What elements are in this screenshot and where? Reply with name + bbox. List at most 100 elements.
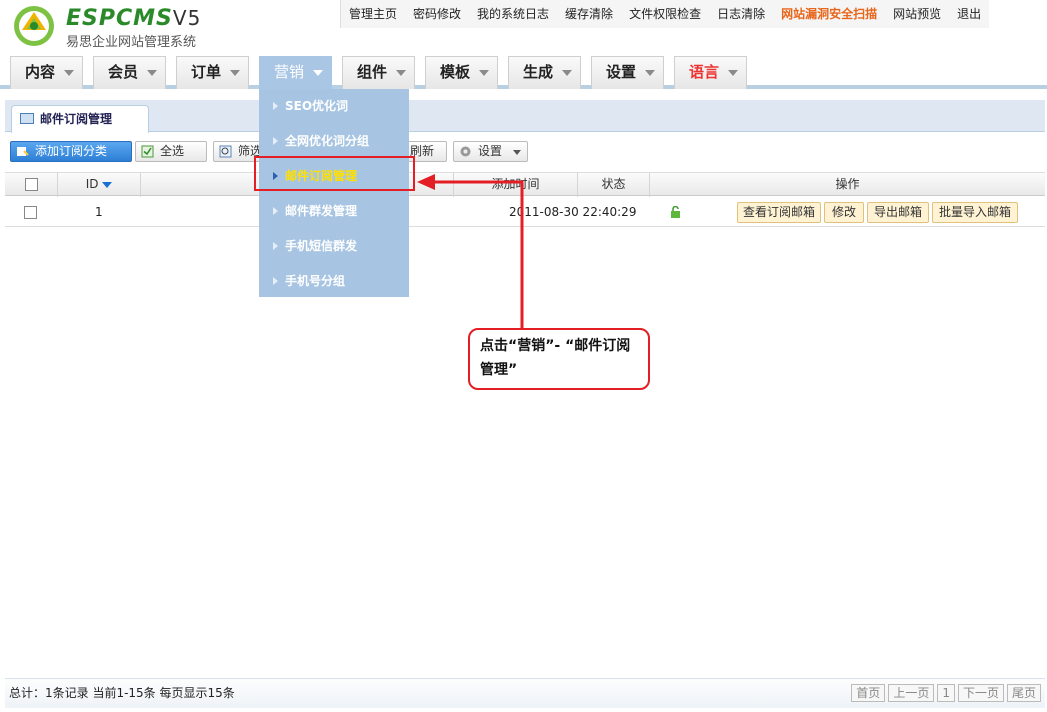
topnav-link[interactable]: 我的系统日志: [469, 0, 557, 28]
header: ESPCMSV5 易思企业网站管理系统 管理主页 密码修改 我的系统日志 缓存清除 文件…: [0, 0, 1047, 54]
row-checkbox-cell: [24, 197, 37, 227]
dropdown-item[interactable]: 手机短信群发: [259, 229, 409, 263]
topnav-link[interactable]: 缓存清除: [557, 0, 621, 28]
header-id[interactable]: ID: [57, 173, 140, 197]
triangle-right-icon: [273, 102, 278, 110]
filter-icon: [219, 145, 232, 158]
nav-tab[interactable]: 组件: [342, 56, 415, 89]
view-subscribers-button[interactable]: 查看订阅邮箱: [737, 202, 821, 223]
menu-highlight-box: [254, 156, 415, 191]
topnav-link[interactable]: 管理主页: [341, 0, 405, 28]
nav-tab[interactable]: 模板: [425, 56, 498, 89]
header-checkbox-cell: [5, 173, 57, 197]
settings-label: 设置: [478, 144, 503, 158]
logo-brand-text: ESPCMS: [66, 6, 173, 31]
main-navigation: 内容 会员 订单 营销 组件 模板 生成 设置 语言: [0, 54, 1047, 89]
footer-bar: 总计：1条记录 当前1-15条 每页显示15条 首页 上一页 1 下一页 尾页: [5, 678, 1045, 708]
select-all-checkbox[interactable]: [24, 178, 38, 191]
chevron-down-icon: [396, 70, 406, 76]
header-id-label: ID: [85, 177, 99, 191]
chevron-down-icon: [64, 70, 74, 76]
add-category-button[interactable]: 添加订阅分类: [10, 141, 132, 162]
header-added-time: 添加时间: [453, 173, 577, 197]
select-all-icon: [141, 145, 154, 158]
nav-tab-label: 会员: [108, 63, 139, 81]
topnav-link[interactable]: 密码修改: [405, 0, 469, 28]
triangle-right-icon: [273, 277, 278, 285]
nav-tab-label: 设置: [606, 63, 637, 81]
pager-button[interactable]: 尾页: [1006, 684, 1041, 702]
triangle-right-icon: [273, 207, 278, 215]
nav-tab[interactable]: 会员: [93, 56, 166, 89]
dropdown-item[interactable]: 邮件群发管理: [259, 194, 409, 228]
logo-emblem-icon: [14, 6, 54, 46]
nav-tab-label: 模板: [440, 63, 471, 81]
nav-tab-label: 营销: [274, 63, 305, 81]
dropdown-item-label: SEO优化词: [285, 99, 349, 113]
pager-button[interactable]: 1: [937, 684, 955, 702]
unlock-icon[interactable]: [670, 206, 681, 218]
record-summary: 总计：1条记录 当前1-15条 每页显示15条: [9, 686, 235, 700]
dropdown-item-label: 邮件群发管理: [285, 204, 358, 218]
row-checkbox[interactable]: [24, 206, 37, 219]
topnav-link[interactable]: 网站预览: [885, 0, 949, 28]
gear-icon: [460, 146, 471, 157]
chevron-down-icon: [562, 70, 572, 76]
add-category-icon: [17, 147, 29, 156]
header-status: 状态: [577, 173, 649, 197]
sort-down-icon: [102, 181, 113, 188]
nav-tab-label: 组件: [357, 63, 388, 81]
chevron-down-icon: [728, 70, 738, 76]
pagination: 首页 上一页 1 下一页 尾页: [851, 684, 1041, 702]
topnav-link[interactable]: 文件权限检查: [621, 0, 709, 28]
dropdown-item[interactable]: SEO优化词: [259, 89, 409, 123]
bulk-import-emails-button[interactable]: 批量导入邮箱: [932, 202, 1018, 223]
nav-tab-label: 订单: [191, 63, 222, 81]
nav-tab[interactable]: 订单: [176, 56, 249, 89]
nav-tab-label: 内容: [25, 63, 56, 81]
instruction-callout: 点击“营销”- “邮件订阅管理”: [468, 328, 650, 390]
logo-version: V5: [172, 6, 202, 30]
chevron-down-icon: [147, 70, 157, 76]
tab-bar: 邮件订阅管理: [5, 100, 1045, 133]
row-added-time: 2011-08-30 22:40:29: [509, 205, 637, 219]
top-navigation: 管理主页 密码修改 我的系统日志 缓存清除 文件权限检查 日志清除 网站漏洞安全扫描 网站预览…: [340, 0, 990, 28]
logo-brand: ESPCMSV5: [66, 6, 201, 31]
dropdown-item-label: 全网优化词分组: [285, 134, 370, 148]
nav-tab[interactable]: 内容: [10, 56, 83, 89]
settings-button[interactable]: 设置: [453, 141, 528, 162]
add-category-label: 添加订阅分类: [35, 144, 108, 158]
pager-button[interactable]: 下一页: [957, 684, 1004, 702]
edit-button[interactable]: 修改: [824, 202, 864, 223]
nav-tab[interactable]: 语言: [674, 56, 747, 89]
nav-tab[interactable]: 生成: [508, 56, 581, 89]
pager-button[interactable]: 上一页: [888, 684, 935, 702]
select-all-button[interactable]: 全选: [135, 141, 207, 162]
nav-tab[interactable]: 营销: [259, 56, 332, 89]
topnav-link[interactable]: 网站漏洞安全扫描: [773, 0, 885, 28]
window-icon: [20, 113, 34, 124]
marketing-dropdown-menu: SEO优化词 全网优化词分组 邮件订阅管理 邮件群发管理 手机短信群发 手机号分组: [259, 89, 409, 297]
espcms-logo: ESPCMSV5 易思企业网站管理系统: [10, 4, 220, 50]
table-row: 1 2011-08-30 22:40:29 查看订阅邮箱 修改 导出邮箱 批量导…: [5, 197, 1045, 227]
row-id: 1: [95, 205, 103, 219]
nav-tab[interactable]: 设置: [591, 56, 664, 89]
topnav-link[interactable]: 退出: [949, 0, 989, 28]
toolbar: 添加订阅分类 全选 筛选 刷新 设置: [5, 136, 1045, 166]
logo-subtitle: 易思企业网站管理系统: [66, 35, 197, 50]
select-all-label: 全选: [160, 144, 185, 158]
chevron-down-icon: [513, 150, 521, 155]
pager-button[interactable]: 首页: [851, 684, 886, 702]
chevron-down-icon: [645, 70, 655, 76]
dropdown-item[interactable]: 手机号分组: [259, 264, 409, 298]
table-header: ID 添加时间 状态 操作: [5, 172, 1045, 197]
triangle-right-icon: [273, 242, 278, 250]
tab-label: 邮件订阅管理: [40, 112, 113, 126]
nav-tab-label: 语言: [689, 63, 720, 81]
nav-tab-label: 生成: [523, 63, 554, 81]
topnav-link[interactable]: 日志清除: [709, 0, 773, 28]
chevron-down-icon: [479, 70, 489, 76]
dropdown-item[interactable]: 全网优化词分组: [259, 124, 409, 158]
export-emails-button[interactable]: 导出邮箱: [867, 202, 929, 223]
tab-email-subscription[interactable]: 邮件订阅管理: [11, 105, 149, 133]
